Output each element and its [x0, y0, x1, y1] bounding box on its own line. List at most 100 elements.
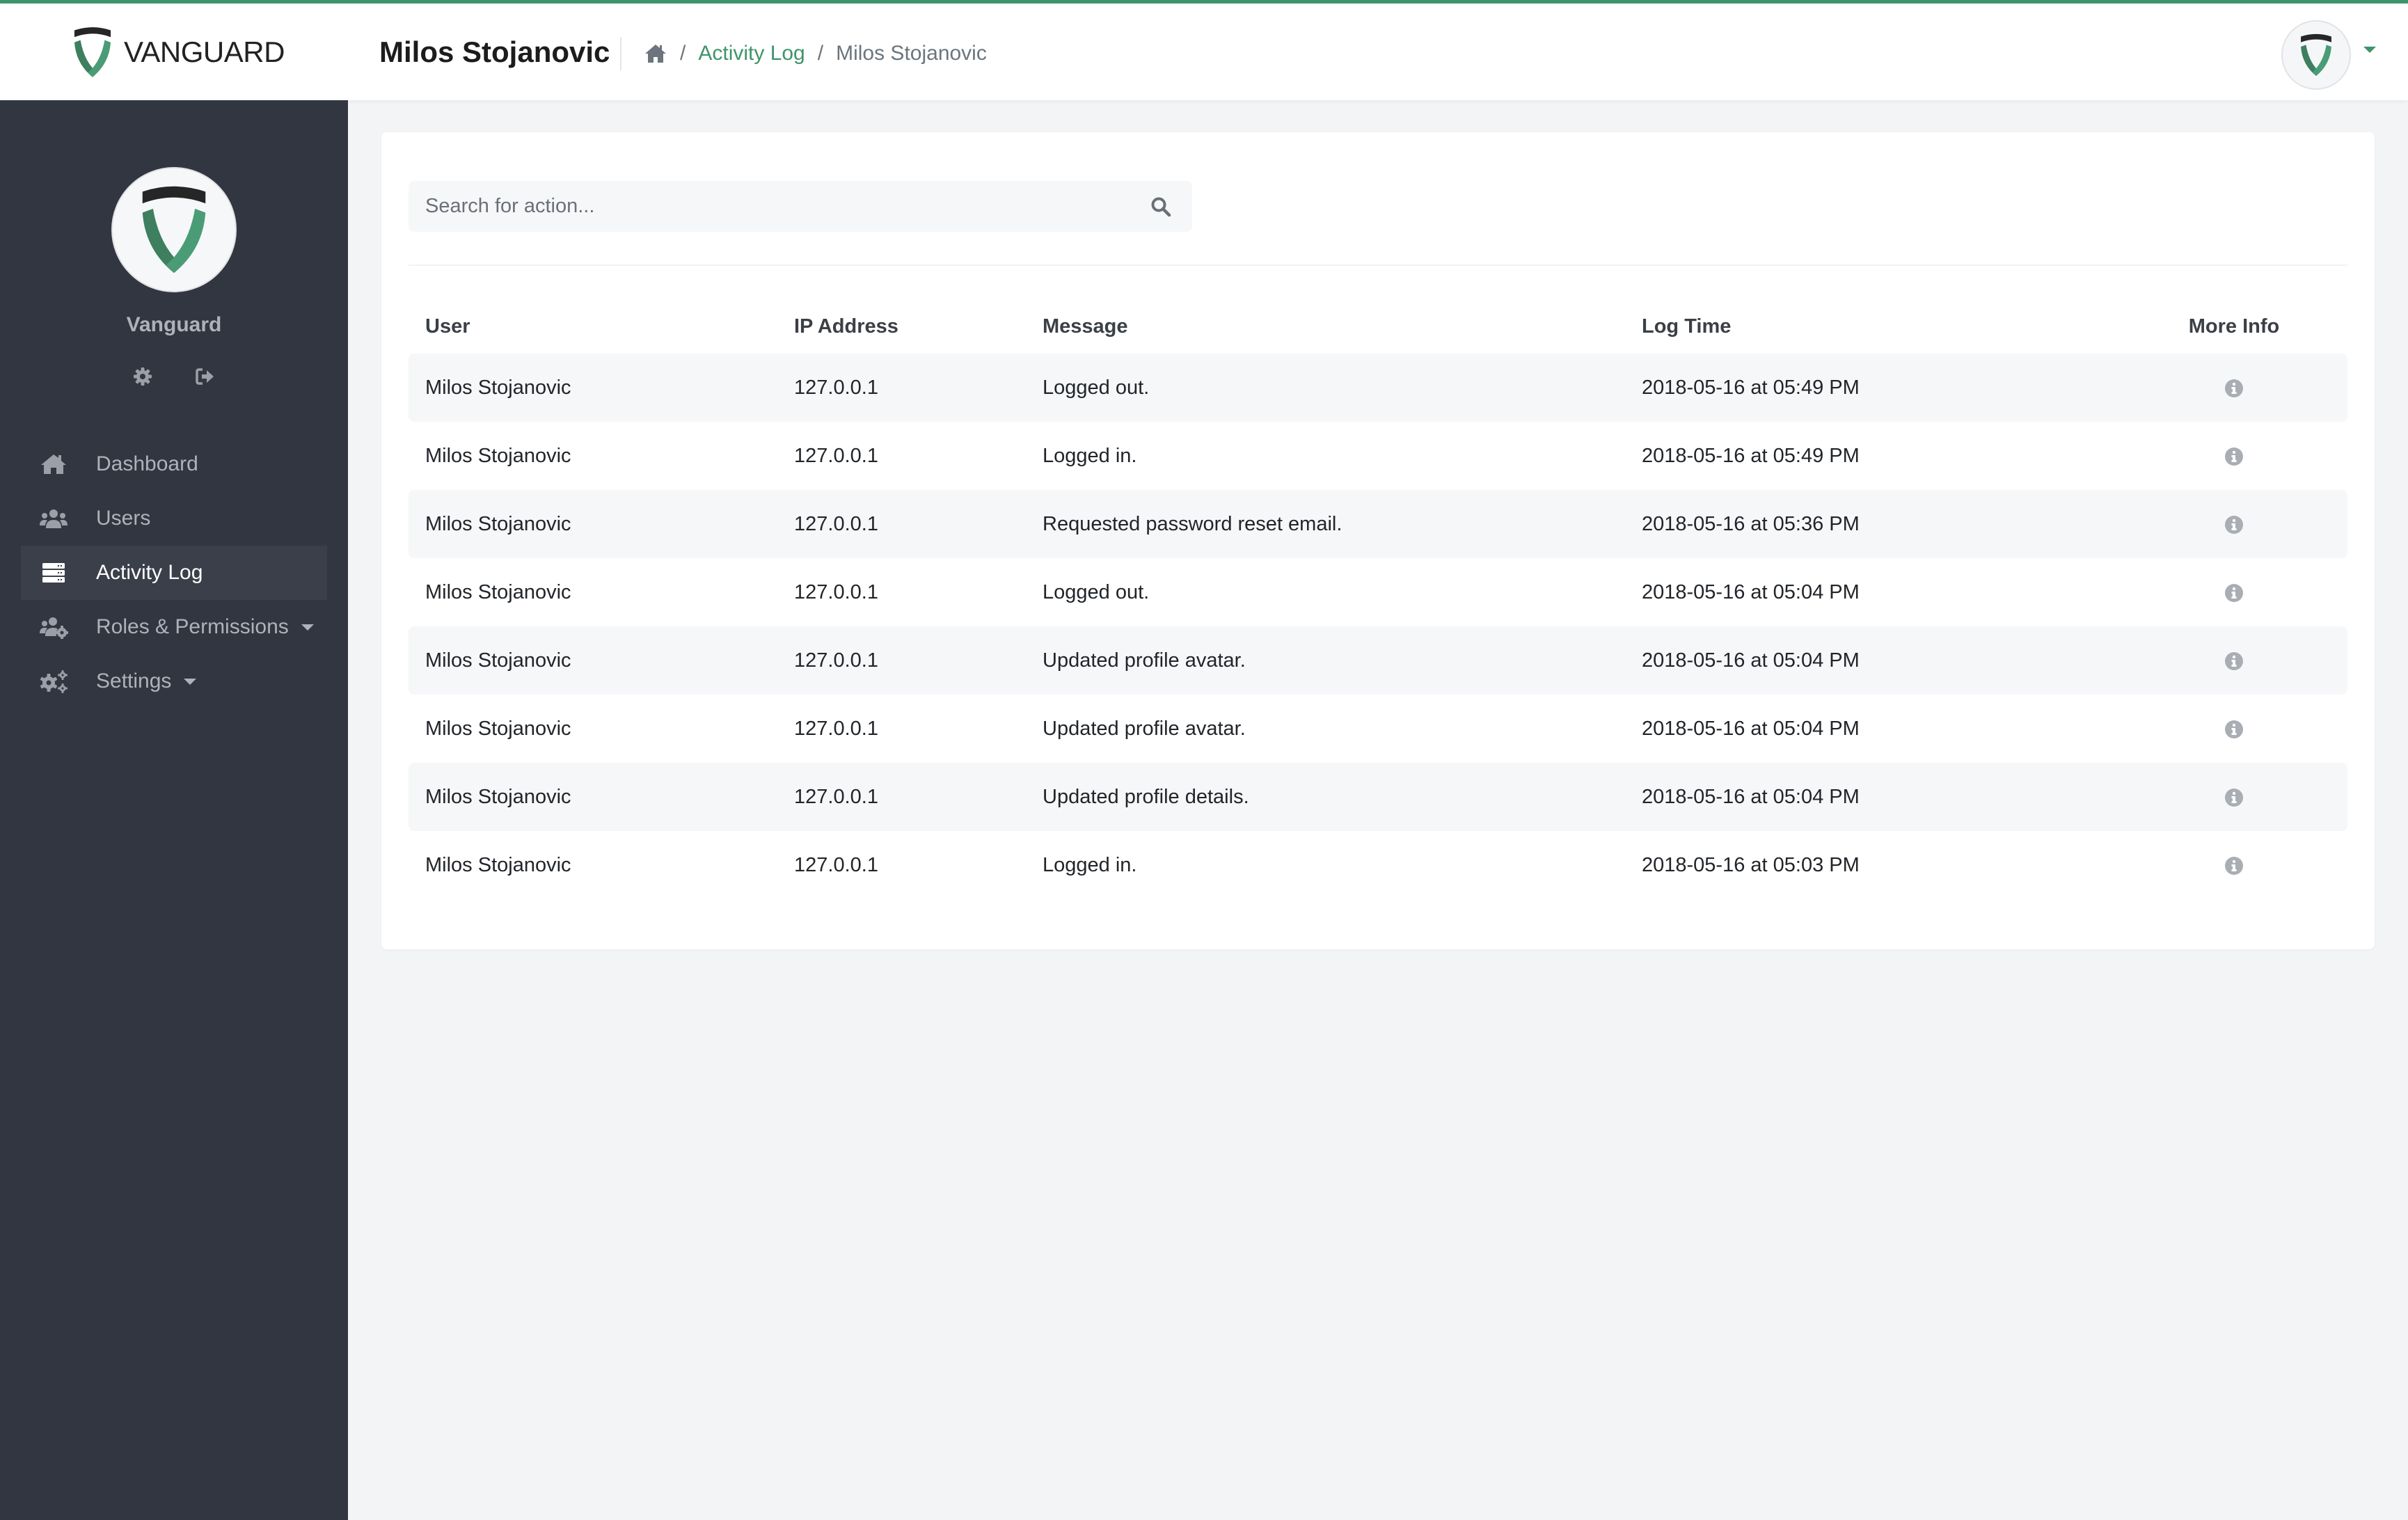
profile-name: Vanguard — [126, 313, 222, 336]
sidebar-item-users[interactable]: Users — [21, 491, 327, 546]
cell-user: Milos Stojanovic — [425, 376, 571, 399]
cell-user: Milos Stojanovic — [425, 444, 571, 467]
activity-table: User IP Address Message Log Time More In… — [409, 299, 2347, 899]
caret-down-icon — [301, 624, 314, 631]
users-icon — [39, 507, 68, 530]
cell-user: Milos Stojanovic — [425, 785, 571, 808]
cell-user: Milos Stojanovic — [425, 580, 571, 603]
cell-log-time: 2018-05-16 at 05:49 PM — [1642, 444, 1860, 467]
sidebar-item-dashboard[interactable]: Dashboard — [21, 437, 327, 491]
cell-log-time: 2018-05-16 at 05:04 PM — [1642, 717, 1860, 740]
breadcrumb-activity-log[interactable]: Activity Log — [698, 42, 805, 65]
column-header-ip-address[interactable]: IP Address — [794, 315, 898, 338]
table-row: Milos Stojanovic 127.0.0.1 Logged in. 20… — [409, 422, 2347, 490]
caret-down-icon — [2363, 46, 2376, 53]
cell-log-time: 2018-05-16 at 05:36 PM — [1642, 512, 1860, 535]
search-box — [409, 181, 1192, 232]
cell-message: Logged out. — [1043, 376, 1150, 399]
search-input[interactable] — [409, 181, 1132, 232]
cell-more-info — [2186, 513, 2282, 536]
vanguard-logo-icon — [70, 26, 116, 79]
column-header-log-time[interactable]: Log Time — [1642, 315, 1731, 338]
cell-message: Logged in. — [1043, 444, 1137, 467]
cell-more-info — [2186, 649, 2282, 672]
breadcrumb-current: Milos Stojanovic — [836, 42, 987, 65]
cell-more-info — [2186, 377, 2282, 399]
home-icon — [39, 452, 68, 476]
sidebar-item-label: Roles & Permissions — [96, 615, 289, 638]
brand-logo[interactable]: VANGUARD — [70, 27, 285, 77]
sidebar-item-label: Settings — [96, 670, 172, 692]
table-row: Milos Stojanovic 127.0.0.1 Logged out. 2… — [409, 354, 2347, 422]
cogs-icon — [39, 670, 68, 693]
user-menu-toggle[interactable] — [2281, 20, 2376, 90]
info-circle-icon[interactable] — [2224, 379, 2244, 398]
gear-icon[interactable] — [132, 366, 153, 387]
cell-user: Milos Stojanovic — [425, 717, 571, 740]
cell-more-info — [2186, 581, 2282, 604]
breadcrumb-separator: / — [817, 42, 824, 65]
cell-user: Milos Stojanovic — [425, 512, 571, 535]
cell-user: Milos Stojanovic — [425, 853, 571, 876]
table-row: Milos Stojanovic 127.0.0.1 Updated profi… — [409, 695, 2347, 763]
column-header-user[interactable]: User — [425, 315, 470, 338]
sidebar-item-label: Dashboard — [96, 452, 198, 475]
cell-user: Milos Stojanovic — [425, 649, 571, 672]
info-circle-icon[interactable] — [2224, 720, 2244, 739]
cell-more-info — [2186, 718, 2282, 741]
cell-log-time: 2018-05-16 at 05:04 PM — [1642, 580, 1860, 603]
breadcrumb-separator: / — [680, 42, 686, 65]
cell-more-info — [2186, 786, 2282, 809]
user-avatar[interactable] — [2281, 20, 2351, 90]
breadcrumb: / Activity Log / Milos Stojanovic — [644, 42, 987, 65]
activity-log-card: User IP Address Message Log Time More In… — [381, 132, 2375, 949]
sidebar: Vanguard Dashboard Users Activity Log Ro… — [0, 100, 348, 1520]
server-icon — [39, 561, 68, 585]
profile-avatar — [111, 167, 237, 292]
cell-message: Logged out. — [1043, 580, 1150, 603]
vanguard-logo-icon — [2297, 33, 2336, 77]
users-cog-icon — [39, 615, 68, 639]
info-circle-icon[interactable] — [2224, 515, 2244, 535]
sign-out-icon[interactable] — [195, 366, 216, 387]
search-icon[interactable] — [1150, 196, 1171, 217]
cell-more-info — [2186, 445, 2282, 468]
sidebar-item-roles-permissions[interactable]: Roles & Permissions — [21, 600, 327, 654]
cell-log-time: 2018-05-16 at 05:04 PM — [1642, 785, 1860, 808]
page-title: Milos Stojanovic — [379, 35, 610, 68]
cell-ip-address: 127.0.0.1 — [794, 785, 878, 808]
cell-ip-address: 127.0.0.1 — [794, 649, 878, 672]
cell-ip-address: 127.0.0.1 — [794, 444, 878, 467]
card-divider — [409, 264, 2347, 266]
home-icon[interactable] — [644, 43, 667, 64]
cell-message: Updated profile details. — [1043, 785, 1249, 808]
cell-ip-address: 127.0.0.1 — [794, 853, 878, 876]
sidebar-item-label: Users — [96, 507, 151, 530]
cell-log-time: 2018-05-16 at 05:04 PM — [1642, 649, 1860, 672]
table-header: User IP Address Message Log Time More In… — [409, 299, 2347, 354]
table-row: Milos Stojanovic 127.0.0.1 Logged out. 2… — [409, 558, 2347, 626]
info-circle-icon[interactable] — [2224, 583, 2244, 603]
cell-message: Logged in. — [1043, 853, 1137, 876]
info-circle-icon[interactable] — [2224, 447, 2244, 466]
cell-ip-address: 127.0.0.1 — [794, 376, 878, 399]
sidebar-nav: Dashboard Users Activity Log Roles & Per… — [21, 437, 327, 708]
table-row: Milos Stojanovic 127.0.0.1 Requested pas… — [409, 490, 2347, 558]
header-divider — [620, 37, 621, 70]
cell-log-time: 2018-05-16 at 05:49 PM — [1642, 376, 1860, 399]
sidebar-item-activity-log[interactable]: Activity Log — [21, 546, 327, 600]
cell-ip-address: 127.0.0.1 — [794, 717, 878, 740]
sidebar-item-settings[interactable]: Settings — [21, 654, 327, 708]
info-circle-icon[interactable] — [2224, 788, 2244, 807]
info-circle-icon[interactable] — [2224, 651, 2244, 671]
brand-name: VANGUARD — [124, 35, 285, 68]
info-circle-icon[interactable] — [2224, 856, 2244, 876]
cell-message: Updated profile avatar. — [1043, 649, 1246, 672]
table-body: Milos Stojanovic 127.0.0.1 Logged out. 2… — [409, 354, 2347, 899]
column-header-message[interactable]: Message — [1043, 315, 1128, 338]
cell-more-info — [2186, 854, 2282, 877]
vanguard-logo-icon — [132, 184, 216, 276]
table-row: Milos Stojanovic 127.0.0.1 Logged in. 20… — [409, 831, 2347, 899]
table-row: Milos Stojanovic 127.0.0.1 Updated profi… — [409, 626, 2347, 695]
caret-down-icon — [184, 678, 197, 685]
